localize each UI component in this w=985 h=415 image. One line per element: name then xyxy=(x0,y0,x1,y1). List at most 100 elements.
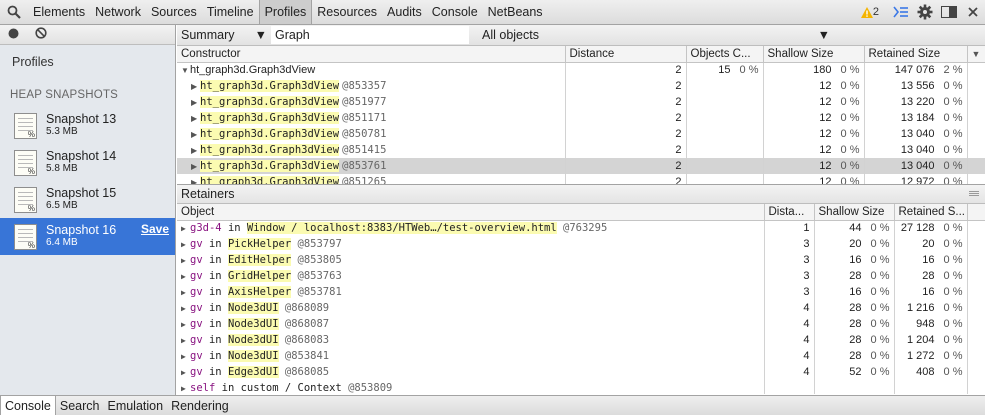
snapshot-item[interactable]: Snapshot 166.4 MB Save xyxy=(0,218,175,255)
snapshot-item[interactable]: Snapshot 145.8 MB xyxy=(0,144,175,181)
warning-icon xyxy=(860,6,873,18)
retainer-row[interactable]: ▶ gv in EditHelper @853805 3 16 0 % 16 0 % xyxy=(177,252,985,268)
size-percent: 0 % xyxy=(840,96,860,108)
record-icon[interactable] xyxy=(8,28,19,42)
collapsed-triangle-icon[interactable]: ▶ xyxy=(191,114,200,123)
column-header[interactable]: Retained S... xyxy=(894,204,968,221)
collapsed-triangle-icon[interactable]: ▶ xyxy=(181,224,190,233)
tab-elements[interactable]: Elements xyxy=(28,0,90,24)
snapshot-item[interactable]: Snapshot 135.3 MB xyxy=(0,107,175,144)
instance-id: @851171 xyxy=(342,112,387,124)
instance-row[interactable]: ▶ ht_graph3d.Graph3dView @853357 2 12 0 % 13 … xyxy=(177,78,985,94)
retainer-keyword: in xyxy=(208,334,222,346)
collapsed-triangle-icon[interactable]: ▶ xyxy=(181,352,190,361)
column-header[interactable]: Dista... xyxy=(764,204,815,221)
dropdown-arrow-icon: ▼ xyxy=(254,28,267,42)
collapsed-triangle-icon[interactable]: ▶ xyxy=(181,320,190,329)
snapshot-title: Snapshot 15 xyxy=(46,186,117,200)
close-icon[interactable] xyxy=(961,0,985,24)
retainer-cell: ▶ gv in PickHelper @853797 xyxy=(177,236,765,252)
resize-grip-icon[interactable] xyxy=(969,191,979,197)
retainer-row[interactable]: ▶ gv in Node3dUI @868087 4 28 0 % 948 0 % xyxy=(177,316,985,332)
collapsed-triangle-icon[interactable]: ▶ xyxy=(181,336,190,345)
drawer-tab-console[interactable]: Console xyxy=(0,396,56,415)
collapsed-triangle-icon[interactable]: ▶ xyxy=(181,368,190,377)
heap-snapshot-view: Summary ▼ All objects ▼ ConstructorDista… xyxy=(177,25,985,395)
collapsed-triangle-icon[interactable]: ▶ xyxy=(191,82,200,91)
size-cell: 13 040 0 % xyxy=(864,126,968,142)
drawer-tab-search[interactable]: Search xyxy=(56,396,104,415)
size-value: 28 xyxy=(849,302,862,314)
tab-profiles[interactable]: Profiles xyxy=(258,0,313,24)
column-header[interactable]: Shallow Size xyxy=(763,46,865,63)
snapshot-item[interactable]: Snapshot 156.5 MB xyxy=(0,181,175,218)
drawer-tab-emulation[interactable]: Emulation xyxy=(103,396,167,415)
size-percent: 0 % xyxy=(870,302,890,314)
tab-timeline[interactable]: Timeline xyxy=(202,0,259,24)
column-header[interactable]: Distance xyxy=(565,46,687,63)
retainer-row[interactable]: ▶ gv in GridHelper @853763 3 28 0 % 28 0 % xyxy=(177,268,985,284)
collapsed-triangle-icon[interactable]: ▶ xyxy=(181,304,190,313)
collapsed-triangle-icon[interactable]: ▶ xyxy=(191,130,200,139)
retainer-row[interactable]: ▶ g3d-4 in Window / localhost:8383/HTWeb…… xyxy=(177,220,985,236)
size-value: 408 xyxy=(916,366,935,378)
dock-side-icon[interactable] xyxy=(937,0,961,24)
retainer-row[interactable]: ▶ gv in PickHelper @853797 3 20 0 % 20 0 % xyxy=(177,236,985,252)
retainer-row[interactable]: ▶ gv in AxisHelper @853781 3 16 0 % 16 0 % xyxy=(177,284,985,300)
collapsed-triangle-icon[interactable]: ▶ xyxy=(191,146,200,155)
instance-row[interactable]: ▶ ht_graph3d.Graph3dView @851977 2 12 0 % 13 … xyxy=(177,94,985,110)
retainer-row[interactable]: ▶ gv in Node3dUI @868089 4 28 0 % 1 216 0 % xyxy=(177,300,985,316)
instance-row[interactable]: ▶ ht_graph3d.Graph3dView @853761 2 12 0 % 13 … xyxy=(177,158,985,174)
instance-row[interactable]: ▶ ht_graph3d.Graph3dView @851265 2 12 0 % 12 … xyxy=(177,174,985,184)
collapsed-triangle-icon[interactable]: ▶ xyxy=(181,240,190,249)
size-percent: 0 % xyxy=(943,222,963,235)
instance-row[interactable]: ▶ ht_graph3d.Graph3dView @851415 2 12 0 % 13 … xyxy=(177,142,985,158)
column-header[interactable]: Object xyxy=(177,204,765,221)
objects-select[interactable]: All objects ▼ xyxy=(482,28,830,42)
retainer-row[interactable]: ▶ self in custom / Context @853809 xyxy=(177,380,985,394)
console-drawer-icon[interactable] xyxy=(889,0,913,24)
size-value: 1 272 xyxy=(906,350,935,362)
collapsed-triangle-icon[interactable]: ▶ xyxy=(181,256,190,265)
filler-header xyxy=(967,204,985,221)
tab-resources[interactable]: Resources xyxy=(312,0,382,24)
tab-sources[interactable]: Sources xyxy=(146,0,202,24)
size-value: 52 xyxy=(849,366,862,378)
instance-row[interactable]: ▶ ht_graph3d.Graph3dView @851171 2 12 0 % 13 … xyxy=(177,110,985,126)
column-header[interactable]: Retained Size xyxy=(864,46,968,63)
filler-cell xyxy=(967,268,985,284)
column-header[interactable]: Constructor xyxy=(177,46,566,63)
column-header[interactable]: Objects C... xyxy=(686,46,764,63)
sort-arrow-icon[interactable]: ▼ xyxy=(967,46,985,63)
search-icon[interactable] xyxy=(0,0,28,24)
size-value: 180 xyxy=(813,64,832,77)
collapsed-triangle-icon[interactable]: ▶ xyxy=(181,288,190,297)
tab-audits[interactable]: Audits xyxy=(382,0,427,24)
constructor-row[interactable]: ▼ht_graph3d.Graph3dView 2 15 0 % 180 0 % 147 0… xyxy=(177,62,985,78)
tab-network[interactable]: Network xyxy=(90,0,146,24)
view-select[interactable]: Summary ▼ xyxy=(177,28,271,42)
collapsed-triangle-icon[interactable]: ▶ xyxy=(181,272,190,281)
size-value: 28 xyxy=(922,270,935,282)
retainer-target: PickHelper xyxy=(227,238,292,250)
gear-icon[interactable] xyxy=(913,0,937,24)
retainer-row[interactable]: ▶ gv in Node3dUI @868083 4 28 0 % 1 204 0 % xyxy=(177,332,985,348)
collapsed-triangle-icon[interactable]: ▶ xyxy=(181,384,190,393)
class-filter-input[interactable] xyxy=(271,26,469,44)
expanded-triangle-icon[interactable]: ▼ xyxy=(181,66,190,75)
retainer-property: gv xyxy=(190,366,203,378)
warning-counter[interactable]: 2 xyxy=(860,6,879,18)
save-link[interactable]: Save xyxy=(141,222,169,236)
size-cell: 147 076 2 % xyxy=(864,62,968,78)
snapshot-title: Snapshot 16 xyxy=(46,223,117,237)
drawer-tab-rendering[interactable]: Rendering xyxy=(167,396,233,415)
tab-console[interactable]: Console xyxy=(427,0,483,24)
instance-row[interactable]: ▶ ht_graph3d.Graph3dView @850781 2 12 0 % 13 … xyxy=(177,126,985,142)
retainer-row[interactable]: ▶ gv in Node3dUI @853841 4 28 0 % 1 272 0 % xyxy=(177,348,985,364)
clear-icon[interactable] xyxy=(35,27,47,42)
retainer-row[interactable]: ▶ gv in Edge3dUI @868085 4 52 0 % 408 0 % xyxy=(177,364,985,380)
collapsed-triangle-icon[interactable]: ▶ xyxy=(191,162,200,171)
tab-netbeans[interactable]: NetBeans xyxy=(483,0,548,24)
column-header[interactable]: Shallow Size xyxy=(814,204,895,221)
collapsed-triangle-icon[interactable]: ▶ xyxy=(191,98,200,107)
